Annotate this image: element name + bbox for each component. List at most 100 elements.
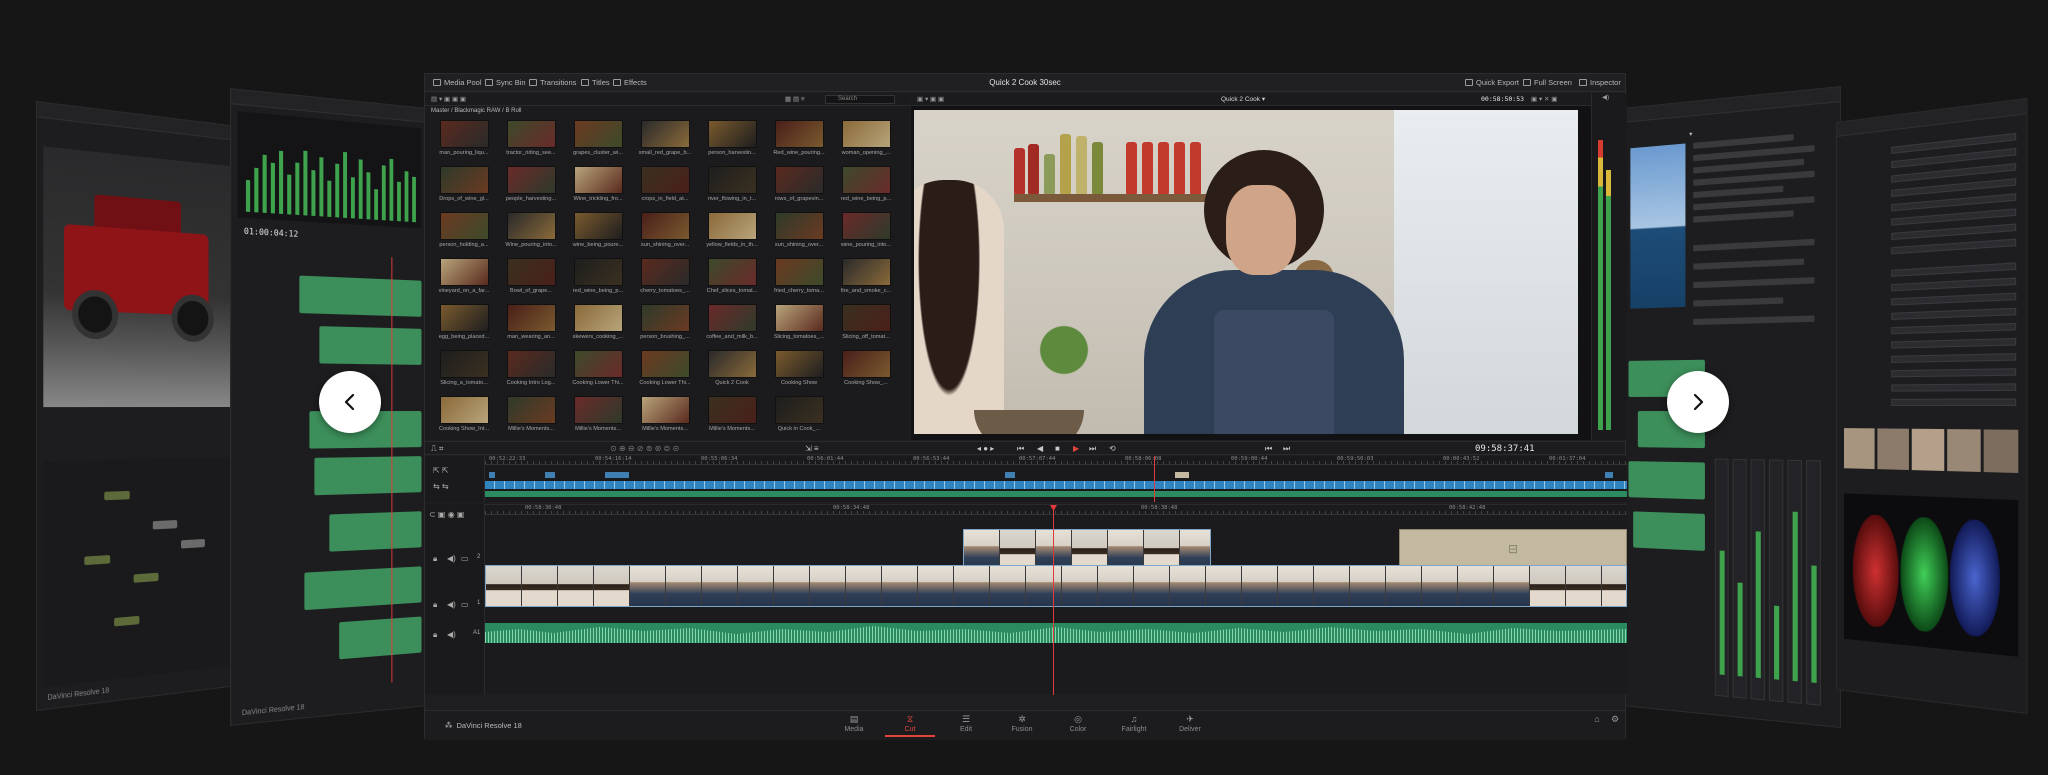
media-clip[interactable]: Cooking Show_Int... <box>435 396 493 432</box>
home-button[interactable]: ⌂ <box>1587 715 1607 726</box>
node[interactable] <box>84 554 111 566</box>
media-clip[interactable]: vineyard_on_a_far... <box>435 258 493 294</box>
monitor-icon[interactable]: ▭ <box>461 554 469 563</box>
effects-button[interactable]: Effects <box>613 78 647 87</box>
media-clip[interactable]: Slicing_a_tomato... <box>435 350 493 386</box>
nav-fusion[interactable]: ✲ Fusion <box>997 715 1047 734</box>
thumbnail-view-icon[interactable]: ▦ ▤ ≡ <box>785 95 805 103</box>
next-slide-button[interactable] <box>1667 371 1729 433</box>
lock-icon[interactable]: 🔒︎ <box>433 630 437 640</box>
full-screen-button[interactable]: Full Screen <box>1523 78 1572 87</box>
lock-icon[interactable]: 🔒︎ <box>433 554 437 564</box>
media-clip[interactable]: Bowl_of_grape... <box>502 258 560 294</box>
media-clip[interactable]: person_brushing_... <box>636 304 694 340</box>
media-clip[interactable]: river_flowing_in_t... <box>703 166 761 202</box>
edit-tools[interactable]: ⊙ ⊕ ⊖ ⊘ ⊚ ⊛ ⊜ ⊝ <box>610 444 679 454</box>
transitions-button[interactable]: Transitions <box>529 78 576 87</box>
media-clip[interactable]: cherry_tomatoes_... <box>636 258 694 294</box>
media-clip[interactable]: Cooking Intro Log... <box>502 350 560 386</box>
media-clip[interactable]: Chef_slices_tomat... <box>703 258 761 294</box>
media-pool-button[interactable]: Media Pool <box>433 78 482 87</box>
media-clip[interactable]: Cooking Lower Thi... <box>569 350 627 386</box>
previous-slide-button[interactable] <box>319 371 381 433</box>
sync-bin-button[interactable]: Sync Bin <box>485 78 526 87</box>
media-clip[interactable]: Millie's Moments... <box>636 396 694 432</box>
loop-button[interactable]: ⟲ <box>1109 444 1116 454</box>
media-clip[interactable]: Millie's Moments... <box>703 396 761 432</box>
jog-control[interactable]: ◂ ● ▸ <box>977 444 994 454</box>
media-clip[interactable]: rows_of_grapevin... <box>770 166 828 202</box>
speaker-icon[interactable]: ◀) <box>447 630 456 639</box>
nav-color[interactable]: ◎ Color <box>1053 715 1103 734</box>
nav-edit[interactable]: ☰ Edit <box>941 715 991 734</box>
lower-playhead[interactable] <box>1053 505 1054 695</box>
nav-fairlight[interactable]: ♫ Fairlight <box>1109 715 1159 734</box>
tool-icon[interactable]: ⇱ ⇱ <box>433 466 449 475</box>
media-clip[interactable]: Slicing_off_tomat... <box>837 304 895 340</box>
go-to-end-button[interactable]: ⏭ <box>1089 444 1096 454</box>
media-clip[interactable]: Cooking Show_... <box>837 350 895 386</box>
media-clip[interactable]: Slicing_tomatoes_... <box>770 304 828 340</box>
media-clip[interactable]: man_wearing_an... <box>502 304 560 340</box>
tool-icon[interactable]: ⇆ ⇆ <box>433 482 449 491</box>
media-clip[interactable]: crops_in_field_at... <box>636 166 694 202</box>
media-clip[interactable]: Millie's Moments... <box>569 396 627 432</box>
media-clip[interactable]: Quick in Cook_... <box>770 396 828 432</box>
node[interactable] <box>133 572 159 583</box>
go-to-start-button[interactable]: ⏮ <box>1017 444 1024 454</box>
stop-button[interactable]: ■ <box>1055 444 1060 454</box>
media-clip[interactable]: sun_shining_over... <box>636 212 694 248</box>
node[interactable] <box>114 615 140 627</box>
prev-clip-button[interactable]: ⏮ <box>1265 444 1272 454</box>
media-clip[interactable]: fried_cherry_toma... <box>770 258 828 294</box>
timeline-options-icon[interactable]: ⊂ ▣ ◉ ▣ <box>429 510 464 519</box>
monitor-icon[interactable]: ▭ <box>461 600 469 609</box>
media-clip[interactable]: yellow_fields_in_th... <box>703 212 761 248</box>
media-clip[interactable]: sun_shining_over... <box>770 212 828 248</box>
lock-icon[interactable]: 🔒︎ <box>433 600 437 610</box>
media-clip[interactable]: small_red_grape_b... <box>636 120 694 156</box>
viewer-options-icon[interactable]: ▣ ▾ ✕ ▣ <box>1531 95 1557 103</box>
search-input[interactable]: Search <box>825 95 895 104</box>
timeline-selector[interactable]: Quick 2 Cook ▾ <box>1221 95 1265 103</box>
play-reverse-button[interactable]: ◀ <box>1037 444 1043 454</box>
speaker-icon[interactable]: ◀) <box>447 600 456 609</box>
mark-icons[interactable]: ⇲ ≡ <box>805 444 819 454</box>
media-clip[interactable]: wine_pouring_into... <box>837 212 895 248</box>
media-clip[interactable]: Quick 2 Cook <box>703 350 761 386</box>
lower-timeline[interactable]: 00:58:30:48 00:58:34:48 00:58:38:48 00:5… <box>485 504 1627 695</box>
quick-export-button[interactable]: Quick Export <box>1465 78 1519 87</box>
node[interactable] <box>152 519 178 530</box>
media-clip[interactable]: Millie's Moments... <box>502 396 560 432</box>
media-clip[interactable]: Red_wine_pouring... <box>770 120 828 156</box>
media-clip[interactable]: grapes_cluster_wi... <box>569 120 627 156</box>
media-clip[interactable]: person_harvestin... <box>703 120 761 156</box>
nav-media[interactable]: ▤ Media <box>829 715 879 734</box>
next-clip-button[interactable]: ⏭ <box>1283 444 1290 454</box>
media-clip[interactable]: fire_and_smoke_c... <box>837 258 895 294</box>
viewer-mode-icon[interactable]: ▣ ▾ ▣ ▣ <box>917 95 944 103</box>
node[interactable] <box>104 490 130 501</box>
view-options-icon[interactable]: ▤ ▾ ▣ ▣ ▣ <box>431 95 466 103</box>
node[interactable] <box>180 538 205 549</box>
nav-deliver[interactable]: ✈ Deliver <box>1165 715 1215 734</box>
play-button[interactable]: ▶ <box>1073 444 1079 454</box>
nav-cut[interactable]: ⧖ Cut <box>885 715 935 737</box>
media-clip[interactable]: coffee_and_milk_b... <box>703 304 761 340</box>
upper-playhead[interactable] <box>1154 456 1155 502</box>
media-clip[interactable]: red_wine_being_p... <box>569 258 627 294</box>
settings-button[interactable]: ⚙ <box>1605 715 1625 726</box>
upper-timeline[interactable]: 00:52:22:33 00:54:16:14 00:55:06:34 00:5… <box>485 456 1627 502</box>
media-clip[interactable]: man_pouring_liqu... <box>435 120 493 156</box>
main-video-track[interactable] <box>485 565 1627 607</box>
media-clip[interactable]: Cooking Lower Thi... <box>636 350 694 386</box>
timeline-tools-icon[interactable]: ⎍ ⌗ <box>431 444 443 454</box>
media-clip[interactable]: egg_being_placed... <box>435 304 493 340</box>
media-clip[interactable]: tractor_riding_see... <box>502 120 560 156</box>
media-clip[interactable]: Wine_pouring_into... <box>502 212 560 248</box>
media-clip[interactable]: person_holding_a... <box>435 212 493 248</box>
media-clip[interactable]: skewers_cooking_... <box>569 304 627 340</box>
media-clip[interactable]: Drops_of_wine_gl... <box>435 166 493 202</box>
media-clip[interactable]: wine_being_poure... <box>569 212 627 248</box>
titles-button[interactable]: Titles <box>581 78 610 87</box>
